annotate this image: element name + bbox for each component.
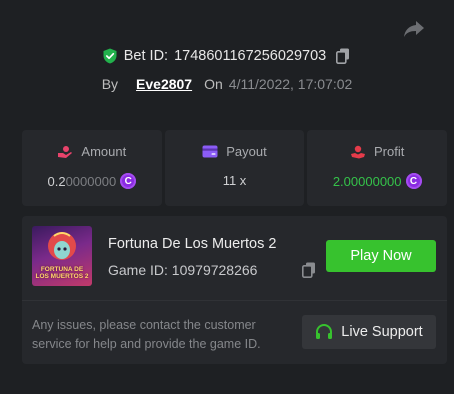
wallet-icon <box>202 145 218 158</box>
share-button[interactable] <box>400 16 428 42</box>
play-now-button[interactable]: Play Now <box>326 240 436 272</box>
bet-stats: Amount 0.20000000 C Payout 11 x Profit 2… <box>22 130 448 206</box>
bet-id-row: Bet ID: 1748601167256029703 <box>0 48 454 64</box>
verified-shield-icon <box>102 48 118 64</box>
headset-icon <box>316 323 333 339</box>
hand-coin-icon <box>351 145 365 158</box>
payout-card: Payout 11 x <box>164 130 305 206</box>
game-thumbnail[interactable]: FORTUNA DE LOS MUERTOS 2 <box>32 226 92 286</box>
divider <box>22 300 447 301</box>
bet-id-value: 1748601167256029703 <box>174 48 327 64</box>
coins-icon <box>58 145 73 158</box>
support-notice: Any issues, please contact the customer … <box>32 318 261 351</box>
game-id-label: Game ID: <box>108 262 168 278</box>
profit-value: 2.00000000 C <box>333 173 422 189</box>
amount-value-tail: 0000000 <box>65 173 117 189</box>
bet-date: 4/11/2022, 17:07:02 <box>228 76 353 92</box>
payout-label: Payout <box>226 144 267 159</box>
bet-id-label: Bet ID: <box>123 48 169 64</box>
coin-icon: C <box>405 173 422 189</box>
share-icon <box>404 21 424 37</box>
profit-value-main: 2. <box>332 173 344 189</box>
profit-label: Profit <box>374 144 405 159</box>
payout-value-text: 11 x <box>222 173 247 188</box>
by-label: By <box>101 76 119 92</box>
copy-game-id-icon[interactable] <box>302 262 318 278</box>
username-link[interactable]: Eve2807 <box>136 76 192 92</box>
copy-bet-id-icon[interactable] <box>336 48 352 64</box>
game-title: Fortuna De Los Muertos 2 <box>108 236 277 252</box>
game-thumbnail-text: FORTUNA DE LOS MUERTOS 2 <box>35 266 89 280</box>
amount-label: Amount <box>81 144 127 159</box>
live-support-button[interactable]: Live Support <box>302 315 436 349</box>
profit-value-tail: 00000000 <box>343 173 402 189</box>
game-id-value: 10979728266 <box>171 262 258 278</box>
profit-card: Profit 2.00000000 C <box>307 130 448 206</box>
game-id: Game ID: 10979728266 <box>108 262 257 278</box>
coin-icon: C <box>120 173 137 189</box>
amount-value-main: 0.2 <box>47 173 66 189</box>
bet-author-row: By Eve2807 On 4/11/2022, 17:07:02 <box>0 76 454 92</box>
amount-value: 0.20000000 C <box>47 173 137 189</box>
amount-card: Amount 0.20000000 C <box>22 130 162 206</box>
on-label: On <box>204 76 223 92</box>
payout-value: 11 x <box>223 173 247 188</box>
live-support-label: Live Support <box>341 324 423 340</box>
game-card: FORTUNA DE LOS MUERTOS 2 Fortuna De Los … <box>22 216 447 364</box>
